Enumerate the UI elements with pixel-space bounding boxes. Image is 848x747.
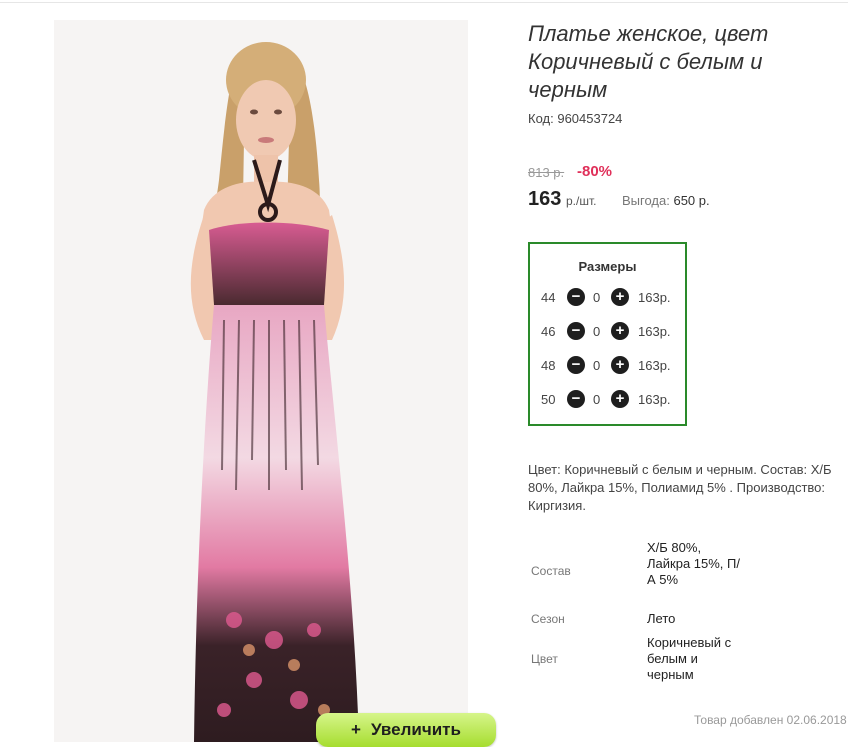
product-description: Цвет: Коричневый с белым и черным. Соста… xyxy=(528,462,832,513)
plus-icon: + xyxy=(351,720,361,739)
size-label: 44 xyxy=(541,290,556,305)
plus-icon[interactable]: + xyxy=(611,288,629,306)
product-code: Код: 960453724 xyxy=(528,111,622,126)
minus-icon[interactable]: − xyxy=(567,288,585,306)
attr-value-color: Коричневый с белым и черным xyxy=(647,635,732,682)
size-price: 163р. xyxy=(638,358,671,373)
discount-badge: -80% xyxy=(577,163,613,180)
price-unit: р./шт. xyxy=(566,194,597,208)
top-divider xyxy=(0,2,848,3)
sizes-panel: Размеры 44 − 0 + 163р. 46 − 0 + 163р. 48… xyxy=(528,242,687,426)
benefit-label: Выгода: xyxy=(622,193,670,208)
sizes-header: Размеры xyxy=(578,259,637,274)
size-price: 163р. xyxy=(638,290,671,305)
size-row: 48 − 0 + 163р. xyxy=(530,356,685,376)
size-label: 48 xyxy=(541,358,556,373)
size-quantity[interactable]: 0 xyxy=(593,324,600,339)
plus-icon[interactable]: + xyxy=(611,322,629,340)
minus-icon[interactable]: − xyxy=(567,390,585,408)
size-quantity[interactable]: 0 xyxy=(593,358,600,373)
plus-icon[interactable]: + xyxy=(611,390,629,408)
current-price: 163 xyxy=(528,188,562,210)
size-row: 44 − 0 + 163р. xyxy=(530,288,685,308)
plus-icon[interactable]: + xyxy=(611,356,629,374)
attr-value-composition: Х/Б 80%, Лайкра 15%, П/А 5% xyxy=(647,540,740,587)
attr-label-color: Цвет xyxy=(531,652,558,666)
size-row: 46 − 0 + 163р. xyxy=(530,322,685,342)
product-photo[interactable] xyxy=(54,20,468,742)
product-code-value: 960453724 xyxy=(557,111,623,126)
benefit: Выгода: 650 р. xyxy=(622,193,710,208)
size-quantity[interactable]: 0 xyxy=(593,290,600,305)
minus-icon[interactable]: − xyxy=(567,322,585,340)
added-date: Товар добавлен 02.06.2018 xyxy=(694,713,847,727)
size-label: 50 xyxy=(541,392,556,407)
attr-label-season: Сезон xyxy=(531,612,565,626)
minus-icon[interactable]: − xyxy=(567,356,585,374)
size-quantity[interactable]: 0 xyxy=(593,392,600,407)
zoom-button-label: Увеличить xyxy=(370,720,461,739)
attr-label-composition: Состав xyxy=(531,564,571,578)
size-price: 163р. xyxy=(638,324,671,339)
product-code-label: Код: xyxy=(528,111,554,126)
product-title: Платье женское, цвет Коричневый с белым … xyxy=(528,21,769,102)
attr-value-season: Лето xyxy=(647,611,676,626)
old-price: 813 р. xyxy=(528,165,565,180)
size-label: 46 xyxy=(541,324,556,339)
size-price: 163р. xyxy=(638,392,671,407)
dress-model-image xyxy=(54,20,468,742)
benefit-value: 650 р. xyxy=(673,193,710,208)
size-row: 50 − 0 + 163р. xyxy=(530,390,685,410)
